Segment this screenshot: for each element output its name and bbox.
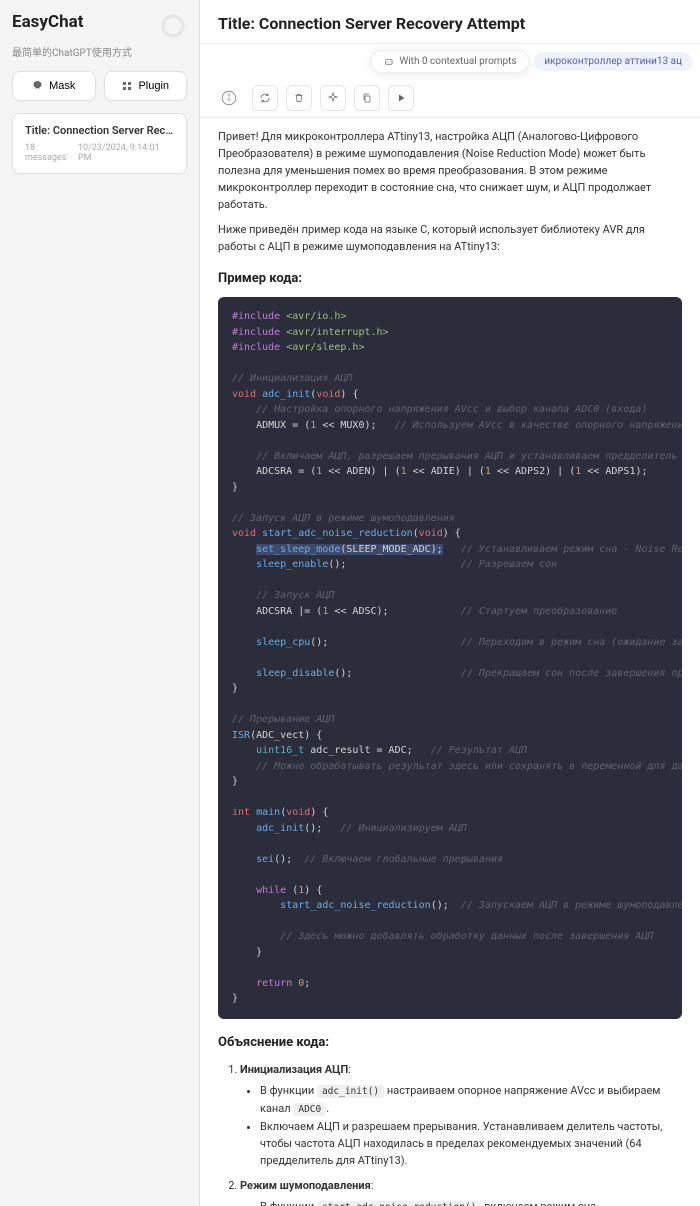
refresh-icon [259, 92, 271, 104]
conversation-msg-count: 18 messages [25, 143, 78, 163]
inline-code: adc_init() [317, 1085, 384, 1098]
page-title: Title: Connection Server Recovery Attemp… [218, 14, 682, 33]
section-heading: Пример кода: [218, 269, 682, 289]
main: Title: Connection Server Recovery Attemp… [200, 0, 700, 1206]
prompt-bar: привет, икроконтроллер аттини13 ац With … [200, 44, 700, 79]
section-heading: Объяснение кода: [218, 1033, 682, 1053]
message-content: Привет! Для микроконтроллера ATtiny13, н… [200, 118, 700, 1206]
inline-code: ADC0 [293, 1103, 326, 1116]
plugin-label: Plugin [138, 80, 169, 92]
list-item: В функции start_adc_noise_reduction() вк… [260, 1198, 682, 1206]
code-block[interactable]: #include <avr/io.h> #include <avr/interr… [218, 297, 682, 1019]
contextual-text: With 0 contextual prompts [399, 56, 516, 67]
sidebar: EasyChat 最简单的ChatGPT使用方式 Mask Plugin Tit… [0, 0, 200, 1206]
prompt-pill[interactable]: икроконтроллер аттини13 ац [534, 52, 692, 71]
list-item: Инициализация АЦП: В функции adc_init() … [240, 1061, 682, 1169]
mask-icon [32, 80, 44, 92]
trash-icon [293, 92, 305, 104]
play-button[interactable] [388, 85, 414, 111]
intro-text: Привет! Для микроконтроллера ATtiny13, н… [218, 128, 682, 213]
toolbar [200, 79, 700, 118]
plugin-icon [121, 80, 133, 92]
list-item: Режим шумоподавления: В функции start_ad… [240, 1177, 682, 1206]
openai-logo-icon [159, 12, 187, 40]
copy-icon [361, 92, 373, 104]
delete-button[interactable] [286, 85, 312, 111]
conversation-item[interactable]: Title: Connection Server Recove… 18 mess… [12, 113, 187, 174]
plugin-button[interactable]: Plugin [104, 71, 188, 101]
sidebar-buttons: Mask Plugin [12, 71, 187, 101]
mask-label: Mask [49, 80, 75, 92]
main-header: Title: Connection Server Recovery Attemp… [200, 0, 700, 44]
contextual-badge[interactable]: With 0 contextual prompts [370, 50, 529, 73]
intro-text: Ниже приведён пример кода на языке C, ко… [218, 221, 682, 255]
sidebar-header: EasyChat [12, 12, 187, 40]
gpt-icon [218, 87, 240, 109]
copy-button[interactable] [354, 85, 380, 111]
app-subtitle: 最简单的ChatGPT使用方式 [12, 44, 187, 59]
pin-icon [327, 92, 339, 104]
pin-button[interactable] [320, 85, 346, 111]
conversation-meta: 18 messages 10/23/2024, 9:14:01 PM [25, 143, 174, 163]
robot-icon [383, 56, 394, 67]
explanation-list: Инициализация АЦП: В функции adc_init() … [218, 1061, 682, 1206]
list-item: В функции adc_init() настраиваем опорное… [260, 1082, 682, 1117]
play-icon [395, 92, 407, 104]
list-item: Включаем АЦП и разрешаем прерывания. Уст… [260, 1118, 682, 1169]
inline-code: start_adc_noise_reduction() [317, 1201, 481, 1206]
app-title: EasyChat [12, 12, 83, 32]
mask-button[interactable]: Mask [12, 71, 96, 101]
conversation-timestamp: 10/23/2024, 9:14:01 PM [78, 143, 174, 163]
refresh-button[interactable] [252, 85, 278, 111]
conversation-title: Title: Connection Server Recove… [25, 124, 174, 137]
